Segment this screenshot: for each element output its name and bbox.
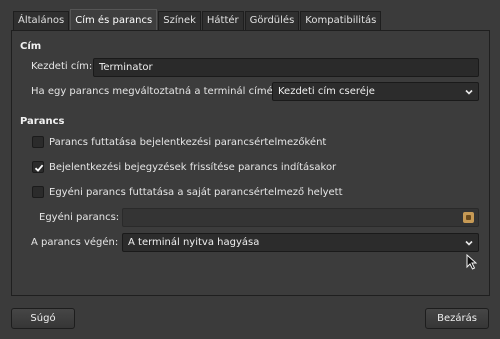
chevron-down-icon (465, 240, 473, 246)
close-button[interactable]: Bezárás (425, 308, 489, 329)
clear-icon[interactable] (463, 212, 474, 223)
on-exit-label: A parancs végén: (31, 237, 119, 248)
checkmark-icon (34, 164, 44, 172)
help-button[interactable]: Súgó (11, 308, 75, 329)
login-shell-checkbox[interactable] (32, 136, 44, 148)
tab-general[interactable]: Általános (13, 11, 70, 30)
tab-bar: Általános Cím és parancs Színek Háttér G… (13, 9, 382, 30)
dynamic-title-label: Ha egy parancs megváltoztatná a terminál… (31, 86, 281, 97)
tab-colors[interactable]: Színek (158, 11, 201, 30)
custom-command-input[interactable] (122, 208, 479, 227)
custom-command-toggle-label: Egyéni parancs futtatása a saját parancs… (49, 187, 343, 198)
tab-scrolling[interactable]: Gördülés (244, 11, 300, 30)
title-section-heading: Cím (20, 41, 42, 52)
chevron-down-icon (465, 89, 473, 95)
initial-title-label: Kezdeti cím: (31, 61, 93, 72)
dynamic-title-value: Kezdeti cím cseréje (278, 86, 375, 97)
dynamic-title-combo[interactable]: Kezdeti cím cseréje (272, 82, 479, 101)
initial-title-input[interactable]: Terminator (93, 58, 479, 77)
mouse-pointer-icon (466, 254, 477, 270)
on-exit-combo[interactable]: A terminál nyitva hagyása (122, 233, 479, 252)
custom-command-label: Egyéni parancs: (39, 212, 120, 223)
login-shell-label: Parancs futtatása bejelentkezési parancs… (49, 137, 327, 148)
command-section-heading: Parancs (20, 116, 65, 127)
on-exit-value: A terminál nyitva hagyása (128, 237, 260, 248)
custom-command-checkbox[interactable] (32, 186, 44, 198)
tab-title-command[interactable]: Cím és parancs (70, 9, 158, 30)
update-records-label: Bejelentkezési bejegyzések frissítése pa… (49, 162, 337, 173)
tab-background[interactable]: Háttér (201, 11, 244, 30)
update-records-checkbox[interactable] (32, 161, 44, 173)
tab-compatibility[interactable]: Kompatibilitás (300, 11, 382, 30)
